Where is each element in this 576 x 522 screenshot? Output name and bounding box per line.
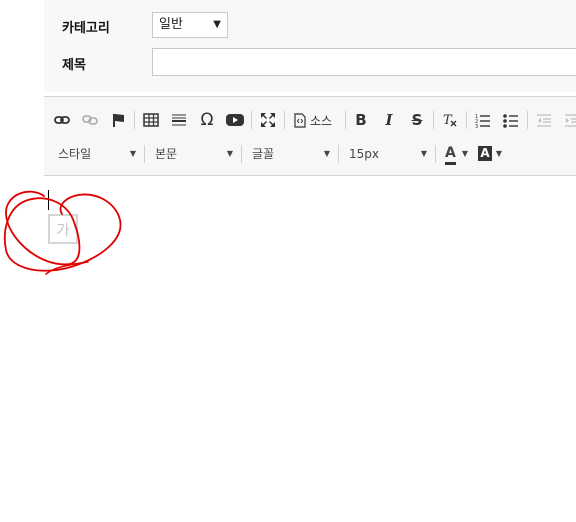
italic-icon[interactable]: I — [377, 107, 401, 133]
source-label: 소스 — [309, 113, 333, 128]
chevron-down-icon: ▼ — [129, 149, 136, 158]
font-combo[interactable]: 글꼴 ▼ — [252, 141, 330, 167]
chevron-down-icon: ▼ — [323, 149, 330, 158]
category-label: 카테고리 — [62, 21, 110, 36]
link-icon[interactable] — [50, 107, 74, 133]
dropdown-arrow-icon: ▼ — [213, 19, 221, 30]
font-size-combo[interactable]: 15px ▼ — [349, 141, 427, 167]
title-label: 제목 — [62, 58, 86, 73]
special-char-icon[interactable]: Ω — [195, 107, 219, 133]
font-combo-value: 글꼴 — [252, 147, 275, 161]
remove-format-icon[interactable]: T — [438, 107, 462, 133]
source-icon — [294, 112, 306, 128]
format-combo-value: 본문 — [155, 147, 178, 161]
placeholder-char: 가 — [48, 214, 78, 244]
editor-toolbar: Ω 소스 B I S T 1 2 3 스타일 ▼ 본문 ▼ 글꼴 ▼ 15px … — [44, 97, 576, 176]
table-icon[interactable] — [139, 107, 163, 133]
indent-icon[interactable] — [560, 107, 576, 133]
youtube-icon[interactable] — [223, 107, 247, 133]
bg-color-button[interactable]: A ▼ — [478, 141, 502, 167]
text-color-icon: A — [445, 144, 456, 165]
chevron-down-icon: ▼ — [226, 149, 233, 158]
title-input[interactable] — [152, 48, 576, 76]
post-form: 카테고리 일반 ▼ 제목 — [44, 0, 576, 92]
bg-color-icon: A — [478, 146, 492, 161]
outdent-icon[interactable] — [532, 107, 556, 133]
category-value: 일반 — [159, 17, 183, 32]
toolbar-row-2: 스타일 ▼ 본문 ▼ 글꼴 ▼ 15px ▼ A ▼ A ▼ — [44, 141, 576, 167]
numbered-list-icon[interactable]: 123 — [471, 107, 495, 133]
bold-icon[interactable]: B — [349, 107, 373, 133]
chevron-down-icon: ▼ — [495, 149, 502, 158]
toolbar-row-1: Ω 소스 B I S T 1 2 3 — [44, 107, 576, 133]
chevron-down-icon: ▼ — [461, 149, 468, 158]
format-combo[interactable]: 본문 ▼ — [155, 141, 233, 167]
horizontal-line-icon[interactable] — [167, 107, 191, 133]
font-size-value: 15px — [349, 147, 379, 161]
maximize-icon[interactable] — [256, 107, 280, 133]
style-combo-value: 스타일 — [58, 147, 92, 161]
svg-text:3: 3 — [475, 124, 478, 128]
text-color-button[interactable]: A ▼ — [444, 141, 468, 167]
anchor-flag-icon[interactable] — [106, 107, 130, 133]
style-combo[interactable]: 스타일 ▼ — [58, 141, 136, 167]
chevron-down-icon: ▼ — [420, 149, 427, 158]
strike-icon[interactable]: S — [405, 107, 429, 133]
rich-text-editor: Ω 소스 B I S T 1 2 3 스타일 ▼ 본문 ▼ 글꼴 ▼ 15px … — [44, 96, 576, 522]
editor-content-area[interactable]: 가 — [44, 176, 576, 522]
bulleted-list-icon[interactable] — [499, 107, 523, 133]
source-button[interactable]: 소스 — [289, 107, 337, 133]
category-select[interactable]: 일반 ▼ — [152, 12, 228, 38]
text-caret — [48, 190, 49, 210]
unlink-icon[interactable] — [78, 107, 102, 133]
